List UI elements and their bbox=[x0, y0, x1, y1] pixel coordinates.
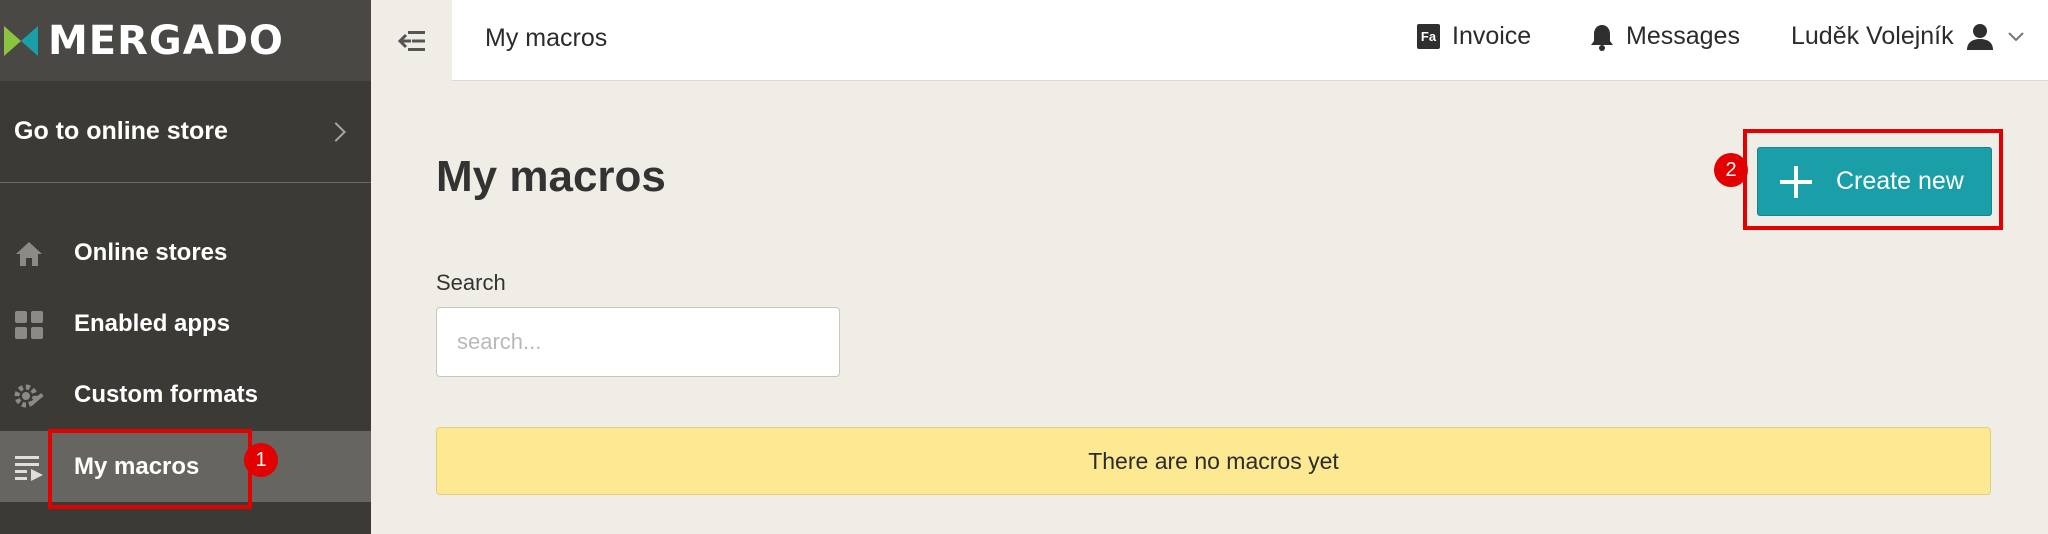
sidebar-toggle-button[interactable] bbox=[371, 0, 452, 81]
chevron-down-icon bbox=[2007, 31, 2024, 41]
bell-icon bbox=[1591, 24, 1613, 51]
sidebar-item-enabled-apps[interactable]: Enabled apps bbox=[0, 288, 371, 359]
logo[interactable]: MERGADO bbox=[0, 0, 371, 81]
search-label: Search bbox=[436, 270, 506, 295]
brand-name: MERGADO bbox=[48, 17, 284, 64]
invoice-label: Invoice bbox=[1452, 22, 1532, 50]
sidebar-item-custom-formats[interactable]: Custom formats bbox=[0, 359, 371, 430]
cog-wrench-icon bbox=[13, 381, 45, 411]
sidebar-item-online-stores[interactable]: Online stores bbox=[0, 217, 371, 288]
mergado-logo-icon bbox=[4, 25, 38, 56]
breadcrumb-title: My macros bbox=[485, 24, 608, 52]
go-to-online-store-link[interactable]: Go to online store bbox=[0, 81, 371, 183]
invoice-link[interactable]: Fa Invoice bbox=[1417, 22, 1531, 51]
invoice-icon: Fa bbox=[1417, 24, 1440, 49]
sidebar-item-label: Custom formats bbox=[74, 380, 259, 408]
page-title: My macros bbox=[436, 152, 666, 201]
chevron-right-icon bbox=[326, 121, 346, 142]
sidebar-item-label: Online stores bbox=[74, 238, 228, 266]
messages-label: Messages bbox=[1626, 22, 1740, 50]
annotation-number-1: 1 bbox=[244, 443, 278, 477]
search-input[interactable] bbox=[436, 307, 840, 377]
annotation-number-2: 2 bbox=[1714, 153, 1748, 187]
user-name: Luděk Volejník bbox=[1791, 22, 1954, 50]
top-bar: My macros Fa Invoice Messages Luděk Vole… bbox=[371, 0, 2048, 81]
annotation-box-2 bbox=[1743, 129, 2003, 230]
messages-link[interactable]: Messages bbox=[1590, 22, 1740, 51]
annotation-box-1 bbox=[48, 429, 252, 509]
sidebar-item-label: Enabled apps bbox=[74, 309, 231, 337]
empty-state-notice: There are no macros yet bbox=[436, 427, 1991, 495]
collapse-menu-icon bbox=[397, 30, 425, 51]
macros-list-icon bbox=[13, 453, 45, 483]
home-icon bbox=[13, 239, 45, 269]
grid-icon bbox=[13, 310, 45, 340]
user-icon bbox=[1966, 23, 1993, 50]
store-link-label: Go to online store bbox=[14, 117, 228, 145]
user-menu[interactable]: Luděk Volejník bbox=[1791, 22, 2024, 51]
